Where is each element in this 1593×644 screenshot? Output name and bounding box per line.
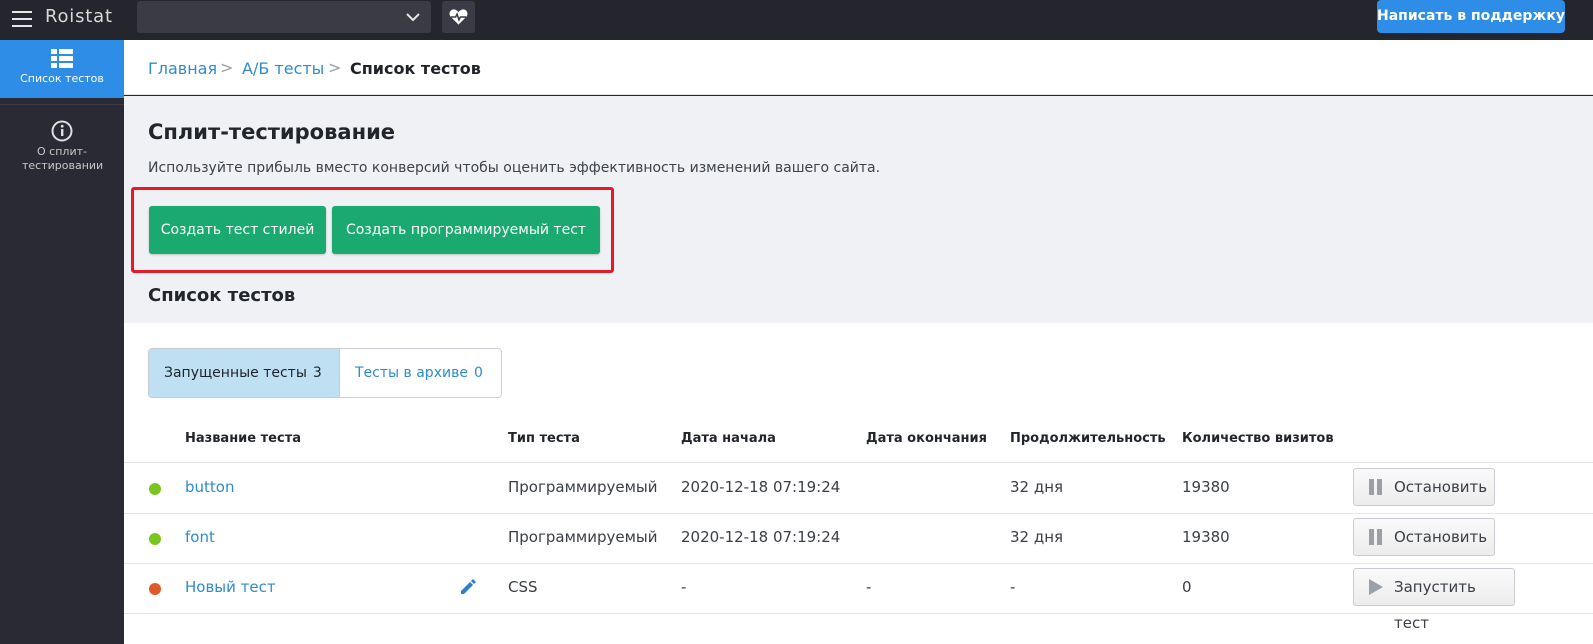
tab-count: 0 [473,365,483,381]
heart-pulse-icon [449,9,468,25]
status-dot [149,483,161,495]
pause-icon [1369,479,1382,495]
breadcrumb-separator: > [328,58,342,77]
breadcrumb-ab-tests[interactable]: А/Б тесты [242,59,324,78]
start-test-button[interactable]: Запустить тест [1353,568,1515,632]
sidebar-item-tests-list[interactable]: Список тестов [0,40,124,98]
top-bar: Roistat Написать в поддержку [0,0,1593,40]
project-select[interactable] [137,1,431,33]
stop-test-button[interactable]: Остановить [1353,468,1495,506]
table-row: Новый тест CSS - - - 0 Запустить тест [124,563,1593,632]
tests-content: Запущенные тесты 3 Тесты в архиве 0 Назван… [124,323,1593,644]
sidebar-item-about[interactable]: О сплит-тестировании [0,120,124,173]
test-duration: 32 дня [1010,528,1064,546]
create-style-test-button[interactable]: Создать тест стилей [149,206,326,254]
test-name-link[interactable]: Новый тест [185,578,276,596]
tab-running[interactable]: Запущенные тесты 3 [149,349,339,397]
page-header: Сплит-тестирование Используйте прибыль в… [124,96,1593,323]
table-row: font Программируемый 2020-12-18 07:19:24… [124,513,1593,563]
menu-icon[interactable] [12,10,32,28]
tests-list-title: Список тестов [148,285,296,306]
health-button[interactable] [442,1,475,33]
test-type: Программируемый [508,528,658,546]
column-header-start: Дата начала [681,431,776,446]
pause-icon [1369,529,1382,545]
column-header-visits: Количество визитов [1182,431,1334,446]
test-duration: 32 дня [1010,478,1064,496]
test-visits: 0 [1182,578,1192,596]
breadcrumb-current: Список тестов [350,59,481,78]
table-divider [124,613,1593,614]
app-root: Roistat Написать в поддержку Список тест… [0,0,1593,644]
info-icon [51,120,73,142]
stop-test-label: Остановить [1394,528,1488,546]
breadcrumb-separator: > [220,58,234,77]
sidebar-divider [0,104,124,105]
column-header-name: Название теста [185,431,302,446]
logo[interactable]: Roistat [45,6,113,27]
tests-tabs: Запущенные тесты 3 Тесты в архиве 0 [148,348,502,398]
test-type: Программируемый [508,478,658,496]
test-duration: - [1010,578,1016,596]
create-programmable-test-button[interactable]: Создать программируемый тест [332,206,600,254]
status-dot [149,583,161,595]
sidebar-item-label: Список тестов [20,72,104,85]
column-header-type: Тип теста [508,431,580,446]
page-description: Используйте прибыль вместо конверсий что… [148,160,881,176]
sidebar-item-label: О сплит-тестировании [22,145,104,172]
test-end-date: - [866,578,872,596]
play-icon [1369,579,1383,595]
test-start-date: 2020-12-18 07:19:24 [681,478,841,496]
sidebar: Список тестов О сплит-тестировании [0,40,124,644]
test-name-link[interactable]: font [185,528,215,546]
test-visits: 19380 [1182,528,1230,546]
stop-test-label: Остановить [1394,478,1488,496]
pencil-icon[interactable] [458,577,478,597]
start-test-label: Запустить тест [1394,578,1476,632]
support-button[interactable]: Написать в поддержку [1377,0,1565,33]
breadcrumb-home[interactable]: Главная [148,59,217,78]
test-start-date: 2020-12-18 07:19:24 [681,528,841,546]
test-start-date: - [681,578,687,596]
list-icon [51,49,73,68]
table-row: button Программируемый 2020-12-18 07:19:… [124,463,1593,513]
test-visits: 19380 [1182,478,1230,496]
page-title: Сплит-тестирование [148,120,396,144]
tab-label: Тесты в архиве [355,365,468,381]
tab-count: 3 [312,365,322,381]
column-header-end: Дата окончания [866,431,987,446]
test-type: CSS [508,578,538,596]
column-header-duration: Продолжительность [1010,431,1166,446]
stop-test-button[interactable]: Остановить [1353,518,1495,556]
test-name-link[interactable]: button [185,478,234,496]
tab-archive[interactable]: Тесты в архиве 0 [339,349,501,397]
tab-label: Запущенные тесты [164,365,307,381]
chevron-down-icon [406,13,420,22]
breadcrumb: Главная > А/Б тесты > Список тестов [124,40,1593,95]
status-dot [149,533,161,545]
